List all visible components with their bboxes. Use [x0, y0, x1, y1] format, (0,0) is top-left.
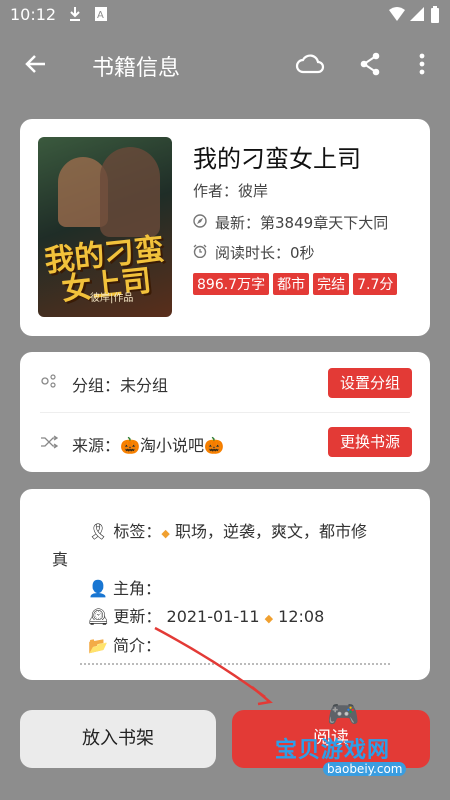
gamepad-logo-icon: 🎮 — [327, 700, 360, 730]
watermark-text: 宝贝游戏网 — [275, 738, 391, 763]
add-to-shelf-button[interactable]: 放入书架 — [20, 710, 216, 768]
annotation-arrow — [154, 626, 273, 706]
watermark-url: baobeiy.com — [323, 762, 407, 776]
